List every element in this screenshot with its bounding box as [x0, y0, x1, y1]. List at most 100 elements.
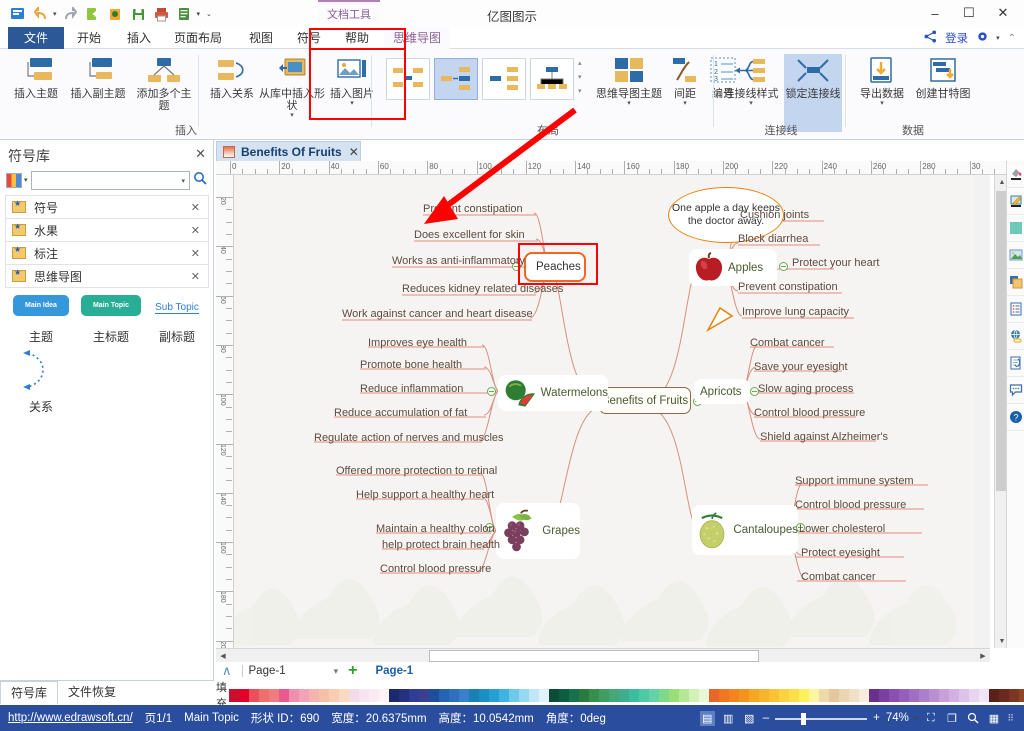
fill-swatch-list[interactable]	[229, 688, 1024, 702]
fill-swatch[interactable]	[449, 688, 459, 702]
fill-swatch[interactable]	[369, 688, 379, 702]
fill-swatch[interactable]	[869, 688, 879, 702]
login-link[interactable]: 登录	[945, 30, 968, 46]
layout-expand-icon[interactable]: ▾	[578, 87, 582, 95]
fill-swatch[interactable]	[679, 688, 689, 702]
leaf-apricots-4[interactable]: Shield against Alzheimer's	[760, 431, 888, 444]
fill-swatch[interactable]	[299, 688, 309, 702]
library-item-close-icon[interactable]: ✕	[191, 201, 200, 214]
minimize-button[interactable]: –	[918, 2, 952, 24]
tab-page-layout[interactable]: 页面布局	[165, 27, 231, 49]
library-picker-dropdown-icon[interactable]: ▾	[24, 176, 28, 184]
create-gantt-button[interactable]: 创建甘特图	[912, 54, 974, 118]
fill-swatch[interactable]	[339, 688, 349, 702]
shape-main-idea[interactable]: Main Idea 主题	[10, 295, 72, 345]
fill-swatch[interactable]	[899, 688, 909, 702]
lock-connector-button[interactable]: 锁定连接线	[784, 54, 842, 132]
fill-swatch[interactable]	[289, 688, 299, 702]
gear-icon[interactable]	[976, 30, 989, 46]
mindmap-theme-button[interactable]: 思维导图主题 ▾	[592, 54, 666, 118]
fill-swatch[interactable]	[309, 688, 319, 702]
leaf-apricots-3[interactable]: Control blood pressure	[754, 407, 865, 420]
globe-link-icon[interactable]	[1007, 323, 1024, 350]
attachment-icon[interactable]	[1007, 350, 1024, 377]
fill-swatch[interactable]	[919, 688, 929, 702]
leaf-peaches-3[interactable]: Reduces kidney related diseases	[402, 283, 563, 296]
fill-swatch[interactable]	[459, 688, 469, 702]
fill-swatch[interactable]	[579, 688, 589, 702]
leaf-apricots-2[interactable]: Slow aging process	[758, 383, 853, 396]
tab-file[interactable]: 文件	[8, 27, 64, 49]
tab-view[interactable]: 视图	[240, 27, 282, 49]
footer-tab-file-recovery[interactable]: 文件恢复	[58, 681, 126, 704]
close-button[interactable]: ✕	[986, 2, 1020, 24]
normal-view-icon[interactable]: ▤	[699, 710, 715, 726]
fill-swatch[interactable]	[979, 688, 989, 702]
leaf-apples-4[interactable]: Improve lung capacity	[742, 306, 849, 319]
mindmap-branch-watermelons[interactable]: Watermelons	[498, 375, 608, 411]
fill-swatch[interactable]	[399, 688, 409, 702]
library-item-fruits[interactable]: 水果 ✕	[5, 218, 209, 242]
resize-grip-icon[interactable]: ⠿	[1007, 713, 1014, 724]
pen-tool-icon[interactable]	[1007, 188, 1024, 215]
export-data-button[interactable]: 导出数据 ▾	[854, 54, 910, 118]
document-tool-tab[interactable]: 文档工具	[318, 0, 380, 23]
fill-swatch[interactable]	[239, 688, 249, 702]
fill-swatch[interactable]	[859, 688, 869, 702]
image-tool-icon[interactable]	[1007, 242, 1024, 269]
leaf-peaches-1[interactable]: Does excellent for skin	[414, 229, 525, 242]
fill-swatch[interactable]	[909, 688, 919, 702]
zoom-dropdown-icon[interactable]: ▾	[914, 714, 918, 722]
canvas-viewport[interactable]: Benefits of Fruits One apple a day keeps…	[234, 175, 990, 648]
search-dropdown-icon[interactable]: ▾	[181, 177, 185, 185]
leaf-peaches-4[interactable]: Work against cancer and heart disease	[342, 308, 533, 321]
grid-icon[interactable]: ▦	[986, 711, 1001, 726]
document-tab-close-icon[interactable]: ✕	[349, 145, 359, 159]
spacing-dropdown-icon[interactable]: ▾	[666, 100, 704, 107]
leaf-apples-1[interactable]: Block diarrhea	[738, 233, 808, 246]
fill-swatch[interactable]	[569, 688, 579, 702]
zoom-slider-knob[interactable]	[801, 713, 807, 725]
insert-relation-button[interactable]: 插入关系	[204, 54, 260, 118]
collapse-toggle-apples[interactable]	[779, 262, 788, 271]
split-view-icon[interactable]: ▥	[721, 711, 736, 726]
library-item-mindmap[interactable]: 思维导图 ✕	[5, 264, 209, 288]
leaf-watermelons-1[interactable]: Promote bone health	[360, 359, 462, 372]
tab-insert[interactable]: 插入	[118, 27, 160, 49]
leaf-apples-3[interactable]: Prevent constipation	[738, 281, 838, 294]
fill-swatch[interactable]	[689, 688, 699, 702]
fill-swatch[interactable]	[839, 688, 849, 702]
fill-swatch[interactable]	[429, 688, 439, 702]
leaf-grapes-1[interactable]: Help support a healthy heart	[356, 489, 494, 502]
fill-swatch[interactable]	[799, 688, 809, 702]
search-icon[interactable]	[193, 171, 208, 189]
tab-mindmap[interactable]: 思维导图	[384, 27, 451, 49]
fit-page-icon[interactable]: ❐	[944, 711, 959, 726]
fill-swatch[interactable]	[559, 688, 569, 702]
fill-swatch[interactable]	[359, 688, 369, 702]
fill-swatch[interactable]	[759, 688, 769, 702]
fill-swatch[interactable]	[619, 688, 629, 702]
diagram-page[interactable]: Benefits of Fruits One apple a day keeps…	[234, 175, 974, 648]
fill-swatch[interactable]	[539, 688, 549, 702]
library-item-close-icon[interactable]: ✕	[191, 270, 200, 283]
fill-swatch[interactable]	[819, 688, 829, 702]
layout-right-side-option[interactable]	[434, 58, 478, 100]
fill-swatch[interactable]	[779, 688, 789, 702]
leaf-cantaloupes-4[interactable]: Combat cancer	[801, 571, 876, 584]
fill-swatch[interactable]	[629, 688, 639, 702]
fill-swatch[interactable]	[789, 688, 799, 702]
layout-scroll-controls[interactable]: ▴ ▾ ▾	[578, 59, 582, 95]
fill-swatch[interactable]	[519, 688, 529, 702]
library-item-close-icon[interactable]: ✕	[191, 224, 200, 237]
collapse-ribbon-icon[interactable]: ⌃	[1008, 33, 1016, 44]
fill-swatch[interactable]	[489, 688, 499, 702]
mindmap-branch-cantaloupes[interactable]: Cantaloupes	[692, 505, 798, 555]
horizontal-ruler[interactable]: 0 20 40 60 80 100 120 140 160 180 200 220 240 260 280 3…	[216, 161, 1006, 175]
fill-swatch[interactable]	[949, 688, 959, 702]
fill-swatch[interactable]	[749, 688, 759, 702]
collapse-toggle-watermelons[interactable]	[487, 387, 496, 396]
footer-tab-symbol-library[interactable]: 符号库	[0, 681, 59, 704]
layout-org-chart-option[interactable]	[530, 58, 574, 100]
layout-left-side-option[interactable]	[482, 58, 526, 100]
